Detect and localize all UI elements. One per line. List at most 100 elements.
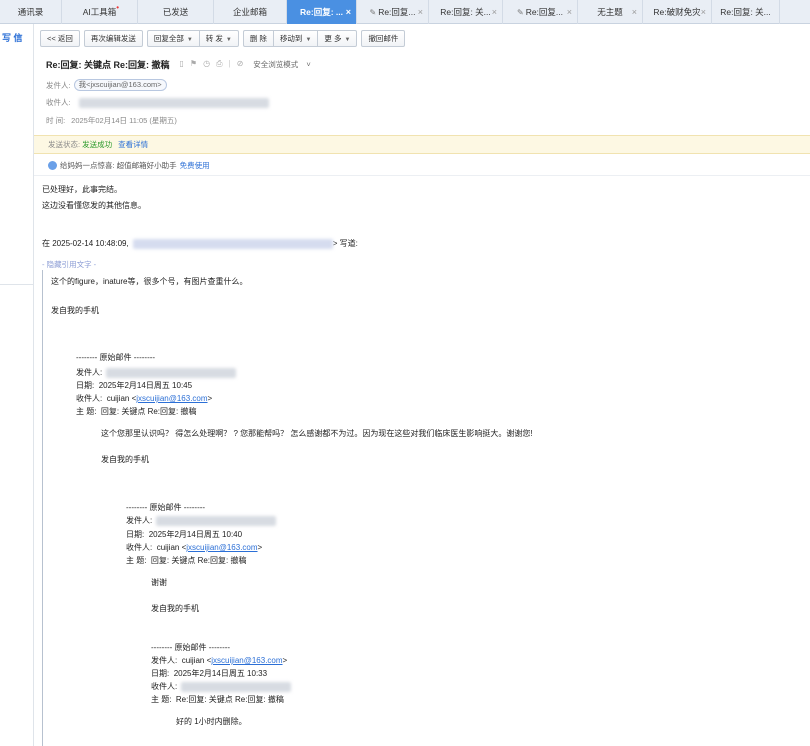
tab-6[interactable]: Re:回复: 关... × <box>429 0 503 24</box>
move-to-button[interactable]: 移动到 ▼ <box>272 29 318 47</box>
tab-label: Re:回复... <box>378 7 416 17</box>
from-label: 发件人: <box>46 80 71 90</box>
close-icon[interactable]: × <box>567 0 572 24</box>
orig-to-name: cuijian < <box>106 394 137 403</box>
print-icon[interactable]: ⎙ <box>216 59 222 70</box>
send-status-bar: 发送状态: 发送成功 查看详情 <box>34 135 810 154</box>
pencil-icon: ✎ <box>369 8 377 17</box>
orig-mail-header: -------- 原始邮件 -------- <box>76 353 156 362</box>
reply-all-label: 回复全部 <box>153 33 184 43</box>
close-icon[interactable]: × <box>492 0 497 24</box>
divider <box>0 284 34 285</box>
tab-5[interactable]: ✎ Re:回复... × <box>357 0 429 24</box>
quote-sign: 发自我的手机 <box>101 455 149 464</box>
edit-resend-button[interactable]: 再次编辑发送 <box>83 29 143 47</box>
orig-to-name: cuijian < <box>156 543 187 552</box>
orig-to-close: > <box>207 394 213 403</box>
recall-button[interactable]: 撤回邮件 <box>361 29 406 47</box>
reply-header: 在 2025-02-14 10:48:09, > 写道: <box>42 238 358 249</box>
quote-line: 谢谢 <box>151 578 167 587</box>
chevron-down-icon: ˅ <box>304 60 311 69</box>
more-button[interactable]: 更 多 ▼ <box>317 29 358 47</box>
safe-mode-label: 安全浏览模式 <box>253 60 299 69</box>
orig-date-row: 日期: 2025年2月14日周五 10:40 <box>126 529 242 540</box>
tab-label: Re:回复: ... <box>300 7 343 17</box>
time-value: 2025年02月14日 11:05 (星期五) <box>71 116 177 125</box>
orig-date: 2025年2月14日周五 10:45 <box>98 381 193 390</box>
email-link[interactable]: jxscuijian@163.com <box>186 543 257 552</box>
chevron-down-icon: ▼ <box>344 36 351 43</box>
redacted-recipient <box>78 97 269 108</box>
orig-to-label: 收件人: <box>126 543 153 552</box>
safe-mode-dropdown[interactable]: 安全浏览模式 ˅ <box>253 59 316 70</box>
mail-toolbar: << 返回 再次编辑发送 回复全部 ▼ 转 发 ▼ 删 除 移动到 ▼ 更 多 ▼ 撤回… <box>40 29 409 47</box>
orig-from-row: 发件人: <box>126 515 277 526</box>
tab-4[interactable]: Re:回复: ... × <box>287 0 357 24</box>
back-button[interactable]: << 返回 <box>40 29 80 47</box>
orig-date: 2025年2月14日周五 10:33 <box>173 669 268 678</box>
flag-icon[interactable]: ⚑ <box>190 59 197 70</box>
orig-from-label: 发件人: <box>151 656 178 665</box>
hide-quote-toggle[interactable]: - 隐藏引用文字 - <box>42 259 96 270</box>
orig-date-label: 日期: <box>126 530 145 539</box>
email-link[interactable]: jxscuijian@163.com <box>211 656 282 665</box>
divider <box>34 175 810 176</box>
forward-button[interactable]: 转 发 ▼ <box>198 29 239 47</box>
tab-label: 已发送 <box>162 7 189 17</box>
tab-7[interactable]: ✎ Re:回复... × <box>503 0 578 24</box>
orig-subject-label: 主 题: <box>151 695 172 704</box>
orig-to-label: 收件人: <box>76 394 103 403</box>
status-detail-link[interactable]: 查看详情 <box>118 140 148 149</box>
close-icon[interactable]: × <box>418 0 423 24</box>
tab-9[interactable]: Re:破财免灾 × <box>643 0 712 24</box>
orig-date-label: 日期: <box>151 669 170 678</box>
reply-prefix: 在 2025-02-14 10:48:09, <box>42 239 129 248</box>
promo-banner: 给妈妈一点惊喜: 超值邮箱好小助手 免费使用 <box>48 160 210 171</box>
orig-date-row: 日期: 2025年2月14日周五 10:33 <box>151 668 267 679</box>
orig-subject: 回复: 关键点 Re:回复: 撤稿 <box>150 556 247 565</box>
close-icon[interactable]: × <box>632 0 637 24</box>
time-row: 时 间: 2025年02月14日 11:05 (星期五) <box>46 115 177 126</box>
quote-sign: 发自我的手机 <box>151 604 199 613</box>
close-icon[interactable]: × <box>346 0 351 24</box>
tab-8[interactable]: 无主题 × <box>578 0 643 24</box>
notification-dot: • <box>116 3 120 12</box>
chevron-down-icon[interactable]: ▼ <box>187 37 193 43</box>
write-mail-button[interactable]: 写 信 <box>0 24 33 44</box>
orig-from-name: cuijian < <box>181 656 212 665</box>
orig-from-label: 发件人: <box>76 368 103 377</box>
tab-label: AI工具箱 <box>82 7 117 17</box>
chevron-down-icon: ▼ <box>305 36 312 43</box>
tab-1[interactable]: AI工具箱 • <box>62 0 138 24</box>
tab-2[interactable]: 已发送 <box>138 0 214 24</box>
orig-subject-row: 主 题: Re:回复: 关键点 Re:回复: 撤稿 <box>151 694 284 705</box>
sender-chip[interactable]: 我<jxscuijian@163.com> <box>73 79 167 91</box>
status-label: 发送状态: <box>48 140 81 149</box>
quote-line: 好的 1小时内删除。 <box>176 717 247 726</box>
bookmark-icon[interactable]: ▯ <box>180 59 184 70</box>
quote-line: 这个您那里认识吗？ 得怎么处理啊？ ? 您那能帮吗？ 怎么感谢都不为过。因为现在… <box>101 429 533 438</box>
delete-button[interactable]: 删 除 <box>242 29 273 47</box>
reply-all-button[interactable]: 回复全部 ▼ <box>146 29 199 47</box>
quote-sign: 发自我的手机 <box>51 306 99 315</box>
promo-link[interactable]: 免费使用 <box>180 160 210 171</box>
orig-from-label: 发件人: <box>126 516 153 525</box>
body-line-1: 已处理好，此事完结。 <box>42 185 122 194</box>
clock-icon[interactable]: ◷ <box>203 59 210 70</box>
close-icon[interactable]: × <box>701 0 706 24</box>
orig-date-label: 日期: <box>76 381 95 390</box>
promo-text: 给妈妈一点惊喜: 超值邮箱好小助手 <box>60 161 177 170</box>
subject-actions: ▯ ⚑ ◷ ⎙ | ⊘ 安全浏览模式 ˅ <box>180 59 323 70</box>
to-label: 收件人: <box>46 98 71 107</box>
orig-to-row: 收件人: cuijian <jxscuijian@163.com> <box>126 542 262 553</box>
tab-0[interactable]: 通讯录 <box>0 0 62 24</box>
status-value: 发送成功 <box>82 140 113 149</box>
tab-label: Re:回复: 关... <box>720 7 771 17</box>
tab-10[interactable]: Re:回复: 关... <box>712 0 780 24</box>
orig-mail-header: -------- 原始邮件 -------- <box>151 643 231 652</box>
chevron-down-icon[interactable]: ▼ <box>226 37 232 43</box>
orig-to-row: 收件人: <box>151 681 292 692</box>
orig-mail-header: -------- 原始邮件 -------- <box>126 503 206 512</box>
tab-3[interactable]: 企业邮箱 <box>214 0 287 24</box>
email-link[interactable]: jxscuijian@163.com <box>136 394 207 403</box>
